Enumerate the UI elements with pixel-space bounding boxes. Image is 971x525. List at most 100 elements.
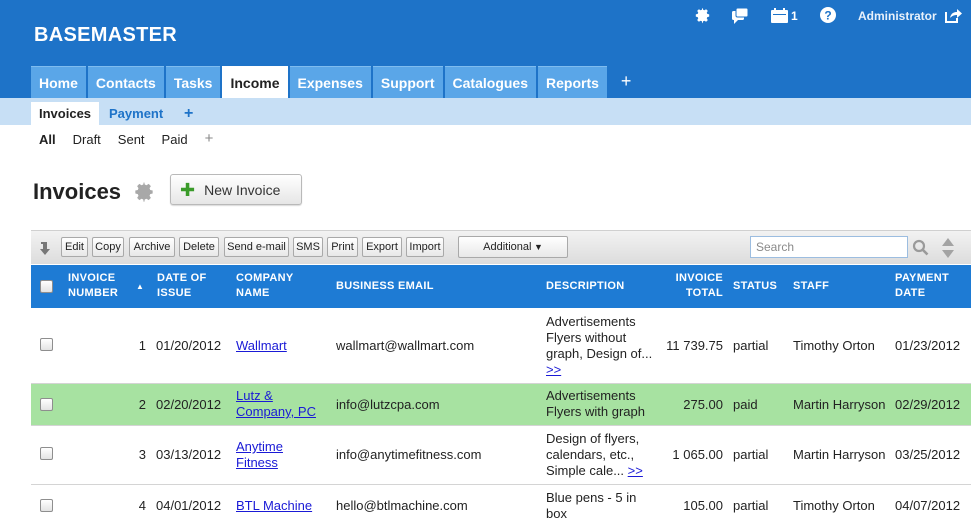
tab-income[interactable]: Income xyxy=(222,66,288,98)
header-date-of-issue[interactable]: DATE OF ISSUE xyxy=(157,271,207,301)
sort-arrow-icon[interactable] xyxy=(39,240,53,259)
new-invoice-button[interactable]: ✚ New Invoice xyxy=(170,174,302,205)
sms-button[interactable]: SMS xyxy=(293,237,323,257)
add-subtab-button[interactable]: + xyxy=(176,102,201,125)
search-icon[interactable] xyxy=(912,239,929,259)
invoice-total: 1 065.00 xyxy=(672,447,723,462)
subtab-payment[interactable]: Payment xyxy=(101,102,171,125)
table-row[interactable]: 2 02/20/2012 Lutz & Company, PC info@lut… xyxy=(31,384,971,426)
notification-count: 1 xyxy=(791,9,798,23)
filter-paid[interactable]: Paid xyxy=(162,132,188,147)
header-description[interactable]: DESCRIPTION xyxy=(546,279,624,294)
chat-icon[interactable] xyxy=(732,7,749,27)
brand-logo: BASEMASTER xyxy=(34,24,178,46)
invoice-number: 1 xyxy=(138,338,146,353)
company-link[interactable]: Anytime Fitness xyxy=(236,439,283,471)
tab-catalogues[interactable]: Catalogues xyxy=(444,66,536,98)
company-link[interactable]: BTL Machine xyxy=(236,498,312,514)
payment-date: 01/23/2012 xyxy=(895,338,961,353)
send-email-button[interactable]: Send e-mail xyxy=(224,237,289,257)
date-of-issue: 04/01/2012 xyxy=(156,498,222,513)
additional-dropdown[interactable]: Additional ▼ xyxy=(458,236,568,258)
invoice-number: 3 xyxy=(138,447,146,462)
table-toolbar: Edit Copy Archive Delete Send e-mail SMS… xyxy=(31,230,971,264)
additional-label: Additional xyxy=(483,241,532,253)
date-of-issue: 01/20/2012 xyxy=(156,338,222,353)
company-link[interactable]: Wallmart xyxy=(236,338,287,354)
invoice-total: 275.00 xyxy=(683,397,723,412)
copy-button[interactable]: Copy xyxy=(92,237,124,257)
filter-all[interactable]: All xyxy=(39,132,56,147)
invoice-total: 105.00 xyxy=(683,498,723,513)
tab-contacts[interactable]: Contacts xyxy=(87,66,164,98)
header-staff[interactable]: STAFF xyxy=(793,279,829,294)
archive-button[interactable]: Archive xyxy=(129,237,175,257)
scroll-arrows-icon[interactable] xyxy=(941,237,955,262)
tab-expenses[interactable]: Expenses xyxy=(289,66,371,98)
header-status[interactable]: STATUS xyxy=(733,279,777,294)
search-input[interactable] xyxy=(750,236,908,258)
header-payment-date[interactable]: PAYMENT DATE xyxy=(895,271,949,301)
print-button[interactable]: Print xyxy=(327,237,358,257)
payment-date: 02/29/2012 xyxy=(895,397,961,412)
header-invoice-number[interactable]: INVOICE NUMBER xyxy=(68,271,118,301)
invoice-number: 4 xyxy=(138,498,146,513)
business-email: info@lutzcpa.com xyxy=(336,397,440,412)
description-more-link[interactable]: >> xyxy=(546,362,652,378)
row-checkbox[interactable] xyxy=(40,447,53,460)
status: partial xyxy=(733,498,769,513)
description: Blue pens - 5 in box xyxy=(546,490,637,521)
help-icon[interactable]: ? xyxy=(820,7,836,26)
table-row[interactable]: 4 04/01/2012 BTL Machine hello@btlmachin… xyxy=(31,485,971,525)
row-checkbox[interactable] xyxy=(40,338,53,351)
payment-date: 03/25/2012 xyxy=(895,447,961,462)
export-button[interactable]: Export xyxy=(362,237,402,257)
description: Design of flyers, calendars, etc., Simpl… xyxy=(546,431,643,478)
tab-support[interactable]: Support xyxy=(372,66,443,98)
sub-tabs: Invoices Payment + xyxy=(0,98,971,125)
calendar-icon[interactable] xyxy=(771,8,788,26)
row-checkbox[interactable] xyxy=(40,499,53,512)
table-row[interactable]: 1 01/20/2012 Wallmart wallmart@wallmart.… xyxy=(31,308,971,384)
business-email: wallmart@wallmart.com xyxy=(336,338,475,353)
description-more-link[interactable]: >> xyxy=(628,463,643,478)
tab-reports[interactable]: Reports xyxy=(538,66,607,98)
table-header: INVOICE NUMBER ▲ DATE OF ISSUE COMPANY N… xyxy=(31,265,971,308)
tab-home[interactable]: Home xyxy=(31,66,86,98)
svg-text:?: ? xyxy=(824,9,831,23)
filter-sent[interactable]: Sent xyxy=(118,132,145,147)
plus-icon: ✚ xyxy=(180,179,196,200)
header-invoice-total[interactable]: INVOICE TOTAL xyxy=(669,271,723,301)
subtab-invoices[interactable]: Invoices xyxy=(31,102,100,125)
edit-button[interactable]: Edit xyxy=(61,237,88,257)
add-tab-button[interactable]: + xyxy=(609,66,632,98)
table-row[interactable]: 3 03/13/2012 Anytime Fitness info@anytim… xyxy=(31,426,971,485)
invoice-number: 2 xyxy=(138,397,146,412)
header-company-name[interactable]: COMPANY NAME xyxy=(236,271,294,301)
staff: Martin Harryson xyxy=(793,397,886,412)
page-settings-gear-icon[interactable] xyxy=(133,181,155,206)
import-button[interactable]: Import xyxy=(406,237,444,257)
business-email: hello@btlmachine.com xyxy=(336,498,468,513)
header-business-email[interactable]: BUSINESS EMAIL xyxy=(336,279,434,294)
top-bar: BASEMASTER 1 ? Administrator Home Contac… xyxy=(0,0,971,98)
company-link[interactable]: Lutz & Company, PC xyxy=(236,388,316,420)
delete-button[interactable]: Delete xyxy=(179,237,219,257)
status-filters: All Draft Sent Paid + xyxy=(39,130,230,147)
status: partial xyxy=(733,338,769,353)
add-filter-button[interactable]: + xyxy=(205,130,214,147)
business-email: info@anytimefitness.com xyxy=(336,447,482,462)
page-title: Invoices xyxy=(33,179,122,204)
user-menu[interactable]: Administrator xyxy=(858,9,937,23)
staff: Timothy Orton xyxy=(793,498,875,513)
filter-draft[interactable]: Draft xyxy=(73,132,101,147)
dropdown-arrow-icon: ▼ xyxy=(531,242,543,252)
staff: Martin Harryson xyxy=(793,447,886,462)
sort-ascending-icon: ▲ xyxy=(136,282,145,291)
row-checkbox[interactable] xyxy=(40,398,53,411)
select-all-checkbox[interactable] xyxy=(40,280,53,293)
date-of-issue: 03/13/2012 xyxy=(156,447,222,462)
tab-tasks[interactable]: Tasks xyxy=(165,66,221,98)
settings-gear-icon[interactable] xyxy=(694,7,711,27)
logout-icon[interactable] xyxy=(945,8,962,26)
